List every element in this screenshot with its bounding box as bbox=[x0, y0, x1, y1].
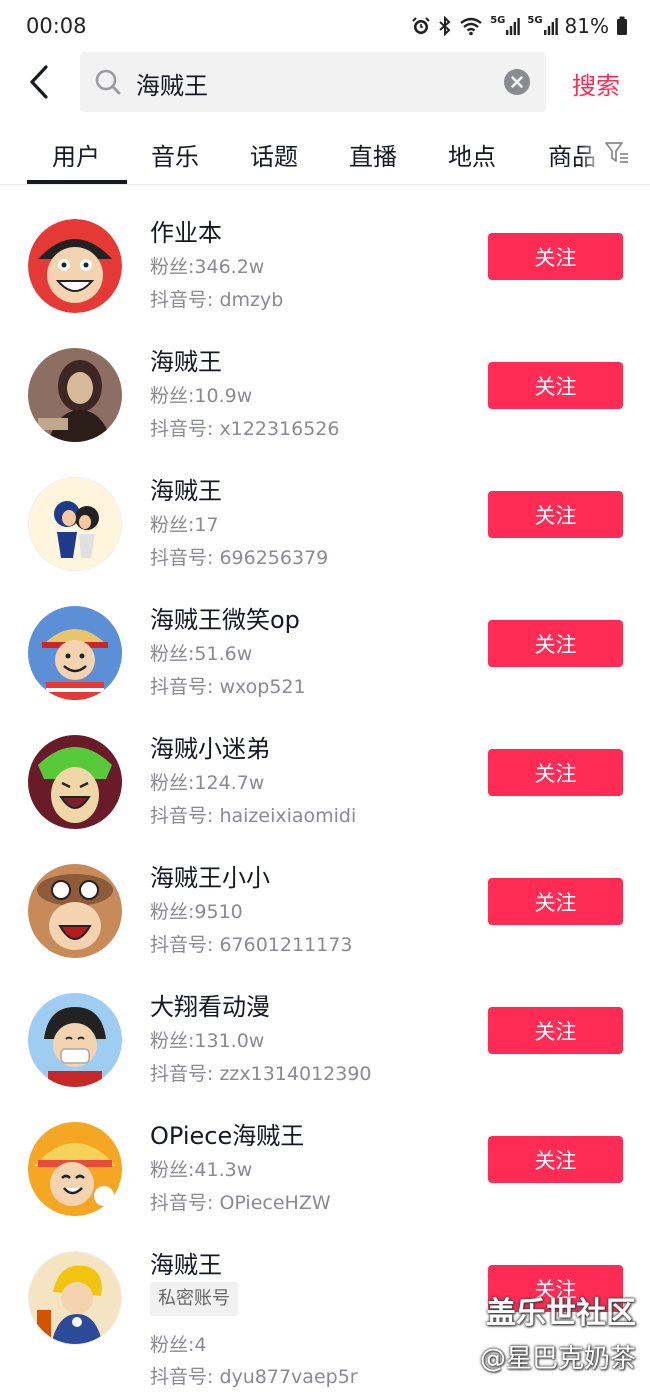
user-name: OPiece海贼王 bbox=[150, 1122, 305, 1150]
follow-button[interactable]: 关注 bbox=[488, 1136, 623, 1183]
search-query[interactable]: 海贼王 bbox=[136, 66, 208, 101]
network-type-label: 5G bbox=[527, 15, 543, 26]
user-row[interactable]: 海贼王微笑op 粉丝:51.6w 抖音号: wxop521 关注 bbox=[0, 575, 650, 704]
douyin-id: 抖音号: wxop521 bbox=[150, 676, 306, 698]
wifi-icon bbox=[459, 16, 483, 36]
avatar[interactable] bbox=[28, 477, 122, 571]
user-row[interactable]: 海贼王 粉丝:17 抖音号: 696256379 关注 bbox=[0, 446, 650, 575]
follow-button[interactable]: 关注 bbox=[488, 362, 623, 409]
user-name: 海贼王微笑op bbox=[150, 606, 300, 634]
search-bar-row: 海贼王 搜索 bbox=[0, 52, 650, 114]
douyin-id: 抖音号: 67601211173 bbox=[150, 934, 353, 956]
fans-count: 粉丝:4 bbox=[150, 1334, 207, 1356]
douyin-id: 抖音号: haizeixiaomidi bbox=[150, 805, 357, 827]
fans-count: 粉丝:131.0w bbox=[150, 1030, 265, 1052]
user-name: 大翔看动漫 bbox=[150, 993, 270, 1021]
user-name: 海贼王 bbox=[150, 1251, 222, 1279]
tab-topics[interactable]: 话题 bbox=[250, 137, 298, 172]
douyin-id: 抖音号: zzx1314012390 bbox=[150, 1063, 372, 1085]
signal-1: 5G bbox=[490, 15, 521, 36]
follow-button[interactable]: 关注 bbox=[488, 749, 623, 796]
avatar[interactable] bbox=[28, 1122, 122, 1216]
user-row[interactable]: 大翔看动漫 粉丝:131.0w 抖音号: zzx1314012390 关注 bbox=[0, 962, 650, 1091]
fans-count: 粉丝:17 bbox=[150, 514, 219, 536]
search-submit-button[interactable]: 搜索 bbox=[572, 66, 620, 101]
fans-count: 粉丝:9510 bbox=[150, 901, 243, 923]
avatar[interactable] bbox=[28, 219, 122, 313]
filter-icon bbox=[605, 142, 628, 163]
user-name: 海贼王 bbox=[150, 477, 222, 505]
fans-count: 粉丝:346.2w bbox=[150, 256, 265, 278]
watermark-author: @星巴克奶茶 bbox=[479, 1344, 636, 1374]
search-icon bbox=[94, 68, 122, 100]
douyin-id: 抖音号: 696256379 bbox=[150, 547, 329, 569]
fans-count: 粉丝:41.3w bbox=[150, 1159, 253, 1181]
signal-bars-icon bbox=[506, 18, 521, 35]
category-tabs: 用户 音乐 话题 直播 地点 商品 bbox=[0, 124, 650, 185]
tab-music[interactable]: 音乐 bbox=[151, 137, 199, 172]
user-row[interactable]: OPiece海贼王 粉丝:41.3w 抖音号: OPieceHZW 关注 bbox=[0, 1091, 650, 1220]
douyin-id: 抖音号: x122316526 bbox=[150, 418, 340, 440]
follow-button[interactable]: 关注 bbox=[488, 878, 623, 925]
avatar[interactable] bbox=[28, 1251, 122, 1345]
follow-button[interactable]: 关注 bbox=[488, 1007, 623, 1054]
avatar[interactable] bbox=[28, 864, 122, 958]
active-tab-indicator bbox=[27, 180, 127, 184]
signal-2: 5G bbox=[527, 15, 558, 36]
back-button[interactable] bbox=[26, 64, 56, 100]
follow-button[interactable]: 关注 bbox=[488, 491, 623, 538]
close-icon bbox=[511, 76, 523, 88]
user-name: 海贼小迷弟 bbox=[150, 735, 270, 763]
status-icons: 5G 5G 81% bbox=[411, 14, 628, 38]
fans-count: 粉丝:51.6w bbox=[150, 643, 253, 665]
tab-live[interactable]: 直播 bbox=[349, 137, 397, 172]
filter-button[interactable] bbox=[604, 140, 630, 170]
status-time: 00:08 bbox=[26, 14, 87, 38]
user-name: 海贼王 bbox=[150, 348, 222, 376]
battery-icon bbox=[616, 16, 628, 36]
back-arrow-icon bbox=[30, 65, 48, 99]
avatar[interactable] bbox=[28, 993, 122, 1087]
clear-search-button[interactable] bbox=[504, 69, 530, 95]
user-row[interactable]: 海贼小迷弟 粉丝:124.7w 抖音号: haizeixiaomidi 关注 bbox=[0, 704, 650, 833]
user-row[interactable]: 海贼王 粉丝:10.9w 抖音号: x122316526 关注 bbox=[0, 317, 650, 446]
bluetooth-icon bbox=[438, 16, 452, 36]
follow-button[interactable]: 关注 bbox=[488, 233, 623, 280]
private-account-badge: 私密账号 bbox=[150, 1282, 238, 1316]
tab-users[interactable]: 用户 bbox=[52, 137, 100, 172]
fans-count: 粉丝:124.7w bbox=[150, 772, 265, 794]
fans-count: 粉丝:10.9w bbox=[150, 385, 253, 407]
user-row[interactable]: 海贼王小小 粉丝:9510 抖音号: 67601211173 关注 bbox=[0, 833, 650, 962]
douyin-id: 抖音号: dyu877vaep5r bbox=[150, 1366, 358, 1388]
avatar[interactable] bbox=[28, 606, 122, 700]
douyin-id: 抖音号: OPieceHZW bbox=[150, 1192, 331, 1214]
douyin-id: 抖音号: dmzyb bbox=[150, 289, 284, 311]
follow-button[interactable]: 关注 bbox=[488, 620, 623, 667]
user-name: 作业本 bbox=[150, 219, 222, 247]
user-row[interactable]: 作业本 粉丝:346.2w 抖音号: dmzyb 关注 bbox=[0, 188, 650, 317]
watermark-community: 盖乐世社区 bbox=[486, 1296, 636, 1331]
signal-bars-icon bbox=[543, 18, 558, 35]
avatar[interactable] bbox=[28, 348, 122, 442]
battery-percent: 81% bbox=[564, 14, 609, 38]
alarm-icon bbox=[411, 16, 431, 36]
network-type-label: 5G bbox=[490, 15, 506, 26]
avatar[interactable] bbox=[28, 735, 122, 829]
search-input[interactable]: 海贼王 bbox=[80, 52, 546, 112]
tab-places[interactable]: 地点 bbox=[448, 137, 496, 172]
status-bar: 00:08 5G 5G 81% bbox=[0, 0, 650, 52]
user-name: 海贼王小小 bbox=[150, 864, 270, 892]
